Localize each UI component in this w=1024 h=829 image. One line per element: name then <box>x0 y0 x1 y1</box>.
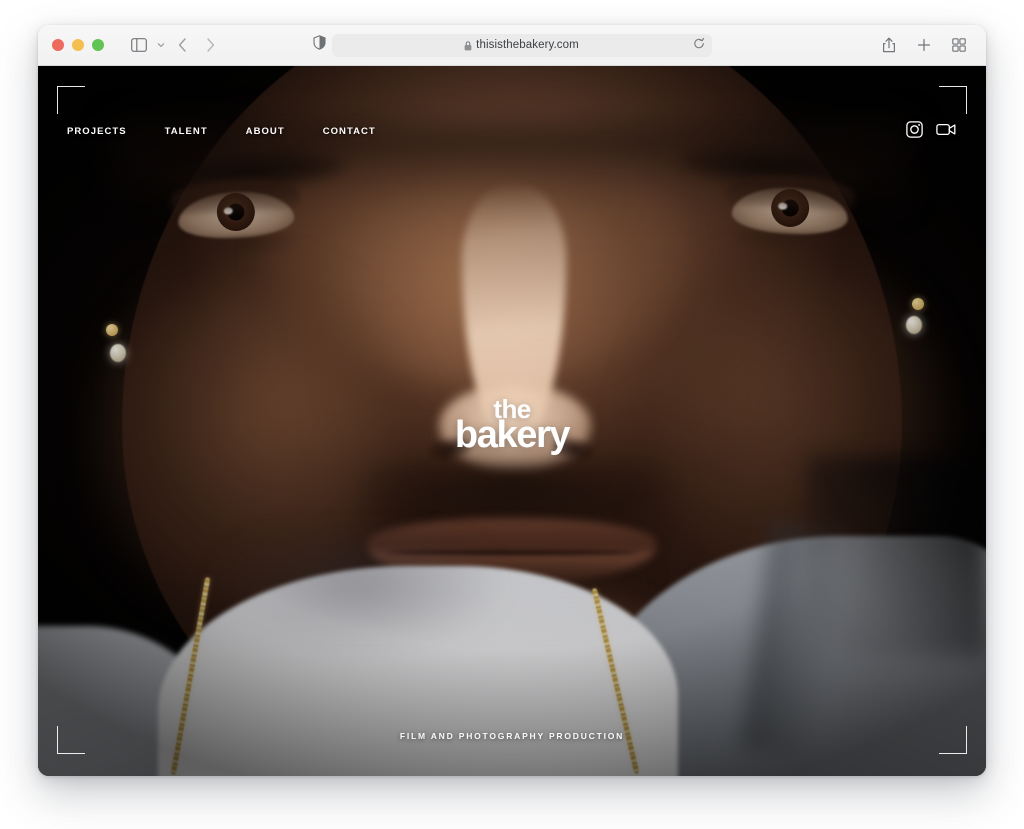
site-tagline: FILM AND PHOTOGRAPHY PRODUCTION <box>399 731 625 741</box>
site-logo[interactable]: the bakery <box>454 395 571 456</box>
maximize-window-button[interactable] <box>92 39 104 51</box>
logo-line-bakery: bakery <box>454 413 571 456</box>
nav-item-projects[interactable]: PROJECTS <box>67 126 127 137</box>
tab-overview-icon[interactable] <box>946 33 972 57</box>
browser-window: thisisthebakery.com PROJECTS TALENT ABOU… <box>38 25 986 776</box>
address-bar[interactable]: thisisthebakery.com <box>331 33 712 57</box>
address-bar-content: thisisthebakery.com <box>464 39 579 51</box>
reload-icon[interactable] <box>693 37 705 53</box>
nav-item-talent[interactable]: TALENT <box>165 126 208 137</box>
new-tab-icon[interactable] <box>911 33 937 57</box>
chevron-down-icon[interactable] <box>154 33 167 57</box>
forward-button-icon[interactable] <box>197 33 223 57</box>
browser-toolbar: thisisthebakery.com <box>38 25 986 66</box>
close-window-button[interactable] <box>52 39 64 51</box>
window-controls <box>52 39 104 51</box>
sidebar-toggle-icon[interactable] <box>126 33 152 57</box>
nav-item-about[interactable]: ABOUT <box>246 126 285 137</box>
back-button-icon[interactable] <box>169 33 195 57</box>
social-links <box>906 121 956 138</box>
privacy-shield-icon[interactable] <box>312 35 326 55</box>
site-navigation: PROJECTS TALENT ABOUT CONTACT <box>67 126 376 137</box>
corner-bracket-top-right <box>939 86 967 114</box>
toolbar-right-group <box>876 33 972 57</box>
site-overlay: PROJECTS TALENT ABOUT CONTACT the bakery… <box>38 66 986 776</box>
video-camera-icon[interactable] <box>936 122 956 137</box>
minimize-window-button[interactable] <box>72 39 84 51</box>
page-backdrop: thisisthebakery.com PROJECTS TALENT ABOU… <box>0 0 1024 829</box>
corner-bracket-top-left <box>57 86 85 114</box>
address-bar-url: thisisthebakery.com <box>476 39 579 51</box>
lock-icon <box>464 40 472 50</box>
toolbar-left-group <box>126 33 223 57</box>
nav-item-contact[interactable]: CONTACT <box>323 126 376 137</box>
share-icon[interactable] <box>876 33 902 57</box>
page-viewport: PROJECTS TALENT ABOUT CONTACT the bakery… <box>38 66 986 776</box>
instagram-icon[interactable] <box>906 121 923 138</box>
